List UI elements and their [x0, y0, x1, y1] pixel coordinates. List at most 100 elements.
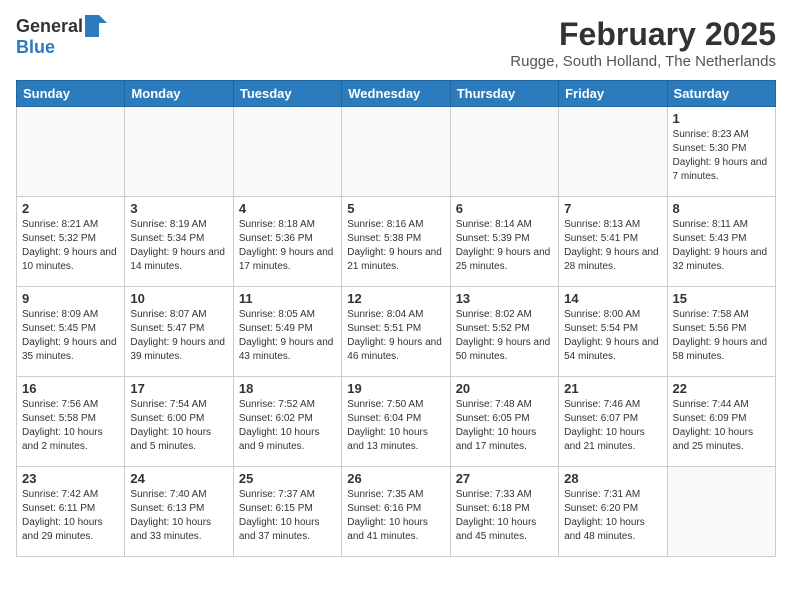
day-info: Sunrise: 8:04 AMSunset: 5:51 PMDaylight:…: [347, 308, 444, 364]
day-number: 14: [564, 291, 661, 306]
calendar-cell: 6 Sunrise: 8:14 AMSunset: 5:39 PMDaylight…: [450, 197, 558, 287]
day-info: Sunrise: 8:13 AMSunset: 5:41 PMDaylight:…: [564, 218, 661, 274]
day-number: 18: [239, 381, 336, 396]
day-info: Sunrise: 7:58 AMSunset: 5:56 PMDaylight:…: [673, 308, 770, 364]
day-number: 28: [564, 471, 661, 486]
day-info: Sunrise: 7:31 AMSunset: 6:20 PMDaylight:…: [564, 488, 661, 544]
calendar-header-thursday: Thursday: [450, 81, 558, 107]
logo-icon: [85, 15, 107, 37]
calendar-cell: 16 Sunrise: 7:56 AMSunset: 5:58 PMDayligh…: [17, 377, 125, 467]
calendar-cell: 25Sunrise: 7:37 AMSunset: 6:15 PMDayligh…: [233, 467, 341, 557]
day-number: 15: [673, 291, 770, 306]
logo: General Blue: [16, 16, 107, 58]
calendar-cell: 11 Sunrise: 8:05 AMSunset: 5:49 PMDayligh…: [233, 287, 341, 377]
day-info: Sunrise: 7:46 AMSunset: 6:07 PMDaylight:…: [564, 398, 661, 454]
day-info: Sunrise: 7:35 AMSunset: 6:16 PMDaylight:…: [347, 488, 444, 544]
day-number: 6: [456, 201, 553, 216]
calendar-cell: [559, 107, 667, 197]
calendar-header-wednesday: Wednesday: [342, 81, 450, 107]
day-number: 2: [22, 201, 119, 216]
calendar-cell: 10 Sunrise: 8:07 AMSunset: 5:47 PMDayligh…: [125, 287, 233, 377]
calendar-cell: 14 Sunrise: 8:00 AMSunset: 5:54 PMDayligh…: [559, 287, 667, 377]
calendar-cell: [233, 107, 341, 197]
header: General Blue February 2025 Rugge, South …: [16, 16, 776, 70]
day-number: 9: [22, 291, 119, 306]
day-info: Sunrise: 7:50 AMSunset: 6:04 PMDaylight:…: [347, 398, 444, 454]
day-info: Sunrise: 7:42 AMSunset: 6:11 PMDaylight:…: [22, 488, 119, 544]
day-info: Sunrise: 8:11 AMSunset: 5:43 PMDaylight:…: [673, 218, 770, 274]
calendar-cell: 7Sunrise: 8:13 AMSunset: 5:41 PMDaylight…: [559, 197, 667, 287]
calendar-cell: 12 Sunrise: 8:04 AMSunset: 5:51 PMDayligh…: [342, 287, 450, 377]
day-info: Sunrise: 7:40 AMSunset: 6:13 PMDaylight:…: [130, 488, 227, 544]
calendar-cell: 4Sunrise: 8:18 AMSunset: 5:36 PMDaylight…: [233, 197, 341, 287]
calendar-cell: 22 Sunrise: 7:44 AMSunset: 6:09 PMDayligh…: [667, 377, 775, 467]
day-number: 17: [130, 381, 227, 396]
day-number: 1: [673, 111, 770, 126]
day-number: 10: [130, 291, 227, 306]
calendar-header-tuesday: Tuesday: [233, 81, 341, 107]
logo-general-text: General: [16, 16, 83, 37]
week-row-3: 16 Sunrise: 7:56 AMSunset: 5:58 PMDayligh…: [17, 377, 776, 467]
day-info: Sunrise: 8:21 AMSunset: 5:32 PMDaylight:…: [22, 218, 119, 274]
day-info: Sunrise: 8:19 AMSunset: 5:34 PMDaylight:…: [130, 218, 227, 274]
day-number: 24: [130, 471, 227, 486]
subtitle: Rugge, South Holland, The Netherlands: [510, 53, 776, 70]
calendar-cell: [667, 467, 775, 557]
day-info: Sunrise: 8:14 AMSunset: 5:39 PMDaylight:…: [456, 218, 553, 274]
day-number: 16: [22, 381, 119, 396]
day-number: 8: [673, 201, 770, 216]
day-number: 27: [456, 471, 553, 486]
day-info: Sunrise: 8:02 AMSunset: 5:52 PMDaylight:…: [456, 308, 553, 364]
calendar-header-friday: Friday: [559, 81, 667, 107]
day-info: Sunrise: 7:56 AMSunset: 5:58 PMDaylight:…: [22, 398, 119, 454]
calendar-cell: 18 Sunrise: 7:52 AMSunset: 6:02 PMDayligh…: [233, 377, 341, 467]
month-title: February 2025: [510, 16, 776, 53]
calendar-cell: 24 Sunrise: 7:40 AMSunset: 6:13 PMDayligh…: [125, 467, 233, 557]
day-number: 3: [130, 201, 227, 216]
calendar-header-sunday: Sunday: [17, 81, 125, 107]
day-info: Sunrise: 8:09 AMSunset: 5:45 PMDaylight:…: [22, 308, 119, 364]
calendar-cell: 28 Sunrise: 7:31 AMSunset: 6:20 PMDayligh…: [559, 467, 667, 557]
calendar-cell: 26Sunrise: 7:35 AMSunset: 6:16 PMDayligh…: [342, 467, 450, 557]
calendar-cell: 17 Sunrise: 7:54 AMSunset: 6:00 PMDayligh…: [125, 377, 233, 467]
day-info: Sunrise: 7:52 AMSunset: 6:02 PMDaylight:…: [239, 398, 336, 454]
day-info: Sunrise: 8:18 AMSunset: 5:36 PMDaylight:…: [239, 218, 336, 274]
calendar-cell: [342, 107, 450, 197]
day-number: 22: [673, 381, 770, 396]
calendar-cell: 13 Sunrise: 8:02 AMSunset: 5:52 PMDayligh…: [450, 287, 558, 377]
day-number: 20: [456, 381, 553, 396]
calendar-cell: 20 Sunrise: 7:48 AMSunset: 6:05 PMDayligh…: [450, 377, 558, 467]
day-number: 5: [347, 201, 444, 216]
title-area: February 2025 Rugge, South Holland, The …: [510, 16, 776, 70]
calendar-cell: [17, 107, 125, 197]
day-info: Sunrise: 8:00 AMSunset: 5:54 PMDaylight:…: [564, 308, 661, 364]
day-info: Sunrise: 8:16 AMSunset: 5:38 PMDaylight:…: [347, 218, 444, 274]
day-number: 19: [347, 381, 444, 396]
day-number: 13: [456, 291, 553, 306]
calendar-header-monday: Monday: [125, 81, 233, 107]
calendar-header-saturday: Saturday: [667, 81, 775, 107]
calendar-header-row: SundayMondayTuesdayWednesdayThursdayFrid…: [17, 81, 776, 107]
day-number: 25: [239, 471, 336, 486]
day-info: Sunrise: 7:54 AMSunset: 6:00 PMDaylight:…: [130, 398, 227, 454]
day-info: Sunrise: 7:44 AMSunset: 6:09 PMDaylight:…: [673, 398, 770, 454]
day-info: Sunrise: 7:33 AMSunset: 6:18 PMDaylight:…: [456, 488, 553, 544]
calendar-cell: 3 Sunrise: 8:19 AMSunset: 5:34 PMDaylight…: [125, 197, 233, 287]
week-row-1: 2 Sunrise: 8:21 AMSunset: 5:32 PMDaylight…: [17, 197, 776, 287]
calendar-cell: 5 Sunrise: 8:16 AMSunset: 5:38 PMDaylight…: [342, 197, 450, 287]
day-number: 21: [564, 381, 661, 396]
day-info: Sunrise: 8:05 AMSunset: 5:49 PMDaylight:…: [239, 308, 336, 364]
calendar-cell: 2 Sunrise: 8:21 AMSunset: 5:32 PMDaylight…: [17, 197, 125, 287]
week-row-0: 1Sunrise: 8:23 AMSunset: 5:30 PMDaylight…: [17, 107, 776, 197]
calendar-cell: 15 Sunrise: 7:58 AMSunset: 5:56 PMDayligh…: [667, 287, 775, 377]
calendar-cell: 23 Sunrise: 7:42 AMSunset: 6:11 PMDayligh…: [17, 467, 125, 557]
week-row-2: 9 Sunrise: 8:09 AMSunset: 5:45 PMDaylight…: [17, 287, 776, 377]
day-number: 12: [347, 291, 444, 306]
calendar-cell: [450, 107, 558, 197]
calendar-cell: 9 Sunrise: 8:09 AMSunset: 5:45 PMDaylight…: [17, 287, 125, 377]
day-number: 11: [239, 291, 336, 306]
logo-blue-text: Blue: [16, 37, 55, 58]
day-number: 23: [22, 471, 119, 486]
day-info: Sunrise: 7:48 AMSunset: 6:05 PMDaylight:…: [456, 398, 553, 454]
day-info: Sunrise: 8:07 AMSunset: 5:47 PMDaylight:…: [130, 308, 227, 364]
